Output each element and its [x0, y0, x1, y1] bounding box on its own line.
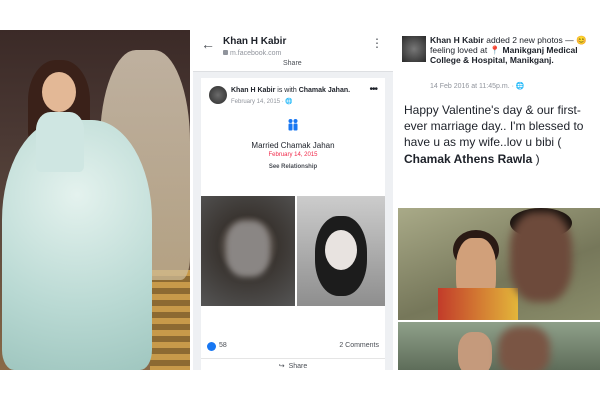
avatar[interactable] — [209, 86, 227, 104]
life-event: Married Chamak Jahan February 14, 2015 S… — [201, 118, 385, 170]
see-relationship-link[interactable]: See Relationship — [201, 164, 385, 170]
post-title: Khan H Kabir is with Chamak Jahan. — [231, 87, 350, 94]
mobile-screenshot: ← Khan H Kabir m.facebook.com ⋮ Share Kh… — [193, 30, 393, 370]
author-link[interactable]: Khan H Kabir — [430, 35, 484, 45]
face — [325, 230, 357, 270]
share-top-link[interactable]: Share — [283, 60, 302, 67]
blurred-face — [498, 326, 550, 370]
post-text-end: ) — [535, 151, 540, 166]
couple-icon — [288, 119, 298, 131]
blurred-face — [510, 212, 572, 302]
post-header: Khan H Kabir is with Chamak Jahan. Febru… — [201, 78, 385, 110]
bodice — [36, 112, 84, 172]
post-date: February 14, 2015 · 🌐 — [231, 99, 293, 105]
post-photo-2[interactable] — [398, 322, 600, 370]
stage-steps — [150, 270, 190, 370]
page-title: Khan H Kabir — [223, 36, 287, 47]
post-card: Khan H Kabir is with Chamak Jahan. Febru… — [201, 78, 385, 370]
share-button[interactable]: ↪ Share — [201, 358, 385, 370]
photo-woman[interactable] — [297, 196, 385, 306]
post-date[interactable]: 14 Feb 2016 at 11:45p.m. · 🌐 — [430, 82, 525, 90]
post-photos — [201, 196, 385, 306]
event-date: February 14, 2015 — [268, 152, 318, 158]
sari — [438, 288, 518, 320]
blurred-face — [226, 221, 270, 277]
face — [42, 72, 76, 112]
tagged-link[interactable]: Chamak Jahan. — [299, 87, 350, 94]
woman-face — [458, 332, 492, 370]
author-link[interactable]: Khan H Kabir — [231, 87, 275, 94]
more-vertical-icon[interactable]: ⋮ — [371, 36, 383, 50]
stage-photo — [0, 30, 190, 370]
event-title: Married Chamak Jahan — [251, 141, 335, 150]
url-text: m.facebook.com — [230, 50, 282, 57]
with-text: is with — [277, 87, 297, 94]
location-city[interactable]: Manikganj. — [510, 55, 554, 65]
post-photo-1[interactable] — [398, 208, 600, 320]
like-count[interactable]: 58 — [219, 342, 227, 349]
post-header: Khan H Kabir added 2 new photos — 😊 feel… — [430, 35, 596, 66]
lock-icon — [223, 50, 228, 55]
reaction-stats: 58 2 Comments — [201, 340, 385, 354]
desktop-post: Khan H Kabir added 2 new photos — 😊 feel… — [398, 30, 600, 370]
avatar[interactable] — [402, 36, 426, 62]
url-bar[interactable]: m.facebook.com — [223, 50, 281, 57]
share-icon: ↪ — [278, 363, 285, 370]
share-label: Share — [288, 363, 308, 370]
browser-topbar: ← Khan H Kabir m.facebook.com ⋮ Share — [193, 30, 393, 72]
like-icon — [207, 342, 216, 351]
comments-count[interactable]: 2 Comments — [339, 342, 379, 349]
post-text: Happy Valentine's day & our first-ever m… — [404, 103, 584, 150]
tagged-link[interactable]: Chamak Athens Rawla — [404, 152, 532, 166]
back-arrow-icon[interactable]: ← — [201, 36, 215, 52]
photo-man-blurred[interactable] — [201, 196, 295, 306]
post-body: Happy Valentine's day & our first-ever m… — [404, 102, 596, 167]
post-options-icon[interactable]: ••• — [369, 84, 377, 95]
